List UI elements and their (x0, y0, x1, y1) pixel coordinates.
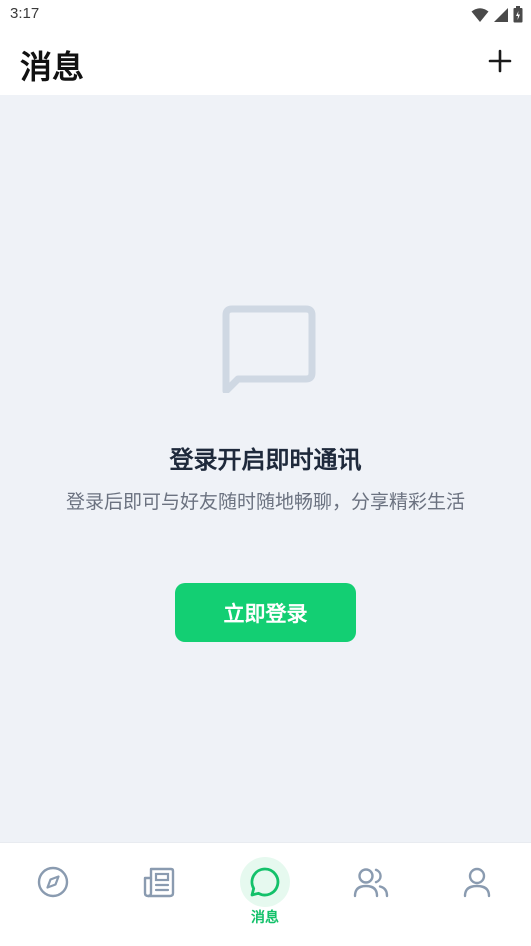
signal-icon (494, 7, 508, 22)
status-bar: 3:17 (0, 0, 531, 30)
nav-label-messages: 消息 (251, 910, 279, 926)
page-title: 消息 (20, 48, 85, 86)
nav-icon-wrap (134, 857, 184, 907)
nav-item-discover[interactable] (0, 843, 106, 943)
nav-item-news[interactable] (106, 843, 212, 943)
profile-icon (463, 867, 491, 898)
header: 消息 (0, 30, 531, 95)
battery-icon (513, 6, 523, 23)
add-button[interactable] (483, 44, 517, 78)
plus-icon (488, 49, 512, 73)
empty-description: 登录后即可与好友随时随地畅聊，分享精彩生活 (65, 491, 465, 513)
nav-item-contacts[interactable] (318, 843, 424, 943)
bottom-nav: 消息 (0, 842, 531, 946)
empty-state: 登录开启即时通讯 登录后即可与好友随时随地畅聊，分享精彩生活 立即登录 (0, 95, 531, 842)
status-icons (471, 6, 523, 23)
nav-item-messages[interactable]: 消息 (212, 843, 318, 943)
nav-icon-wrap (452, 857, 502, 907)
nav-icon-wrap (28, 857, 78, 907)
wifi-icon (471, 7, 489, 22)
news-icon (143, 867, 175, 898)
message-icon (250, 867, 280, 897)
nav-item-profile[interactable] (424, 843, 530, 943)
contacts-icon (353, 868, 389, 898)
status-time: 3:17 (10, 5, 40, 22)
chat-bubble-icon (222, 305, 316, 393)
empty-title: 登录开启即时通讯 (169, 446, 362, 474)
nav-icon-wrap (240, 857, 290, 907)
login-button[interactable]: 立即登录 (175, 583, 356, 642)
nav-icon-wrap (346, 857, 396, 907)
compass-icon (37, 866, 69, 898)
